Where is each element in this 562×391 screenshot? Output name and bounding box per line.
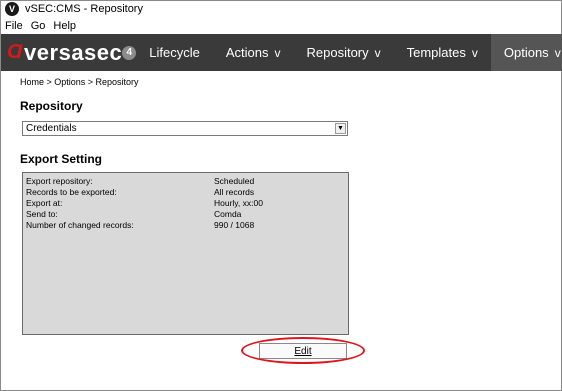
export-setting-heading: Export Setting — [20, 152, 103, 166]
logo-swoosh-icon: Ɑ — [7, 41, 24, 63]
nav-templates[interactable]: Templates v — [394, 34, 491, 71]
export-row-label: Number of changed records: — [26, 220, 134, 230]
export-settings-panel: Export repository: Scheduled Records to … — [22, 172, 349, 335]
export-row: Send to: Comda — [26, 209, 346, 220]
menu-bar: File Go Help — [1, 18, 561, 34]
menu-go[interactable]: Go — [27, 20, 50, 32]
export-row-value: 990 / 1068 — [214, 220, 255, 230]
notification-badge[interactable]: 4 — [122, 45, 137, 60]
logo-text: versasec — [24, 39, 123, 65]
nav-options[interactable]: Options v — [490, 34, 562, 71]
breadcrumb[interactable]: Home > Options > Repository — [20, 77, 139, 87]
export-row-label: Export at: — [26, 198, 63, 208]
nav-repository-label: Repository — [306, 45, 369, 60]
top-nav: Ɑ versasec 4 Lifecycle Actions v Reposit… — [1, 34, 562, 71]
chevron-down-icon: v — [471, 45, 478, 60]
export-row-label: Export repository: — [26, 176, 93, 186]
export-row-value: All records — [214, 187, 255, 197]
edit-button[interactable]: Edit — [259, 343, 347, 359]
chevron-down-icon: v — [274, 45, 281, 60]
export-row-label: Send to: — [26, 209, 58, 219]
chevron-down-icon[interactable]: ▼ — [335, 123, 346, 134]
export-row: Export at: Hourly, xx:00 — [26, 198, 346, 209]
menu-help[interactable]: Help — [49, 20, 80, 32]
repository-select-value: Credentials — [26, 123, 77, 134]
nav-repository[interactable]: Repository v — [293, 34, 393, 71]
nav-templates-label: Templates — [406, 45, 466, 60]
chevron-down-icon: v — [554, 45, 561, 60]
export-row-label: Records to be exported: — [26, 187, 117, 197]
edit-button-label: Edit — [294, 345, 312, 357]
nav-options-label: Options — [503, 45, 549, 60]
export-row-value: Scheduled — [214, 176, 255, 186]
repository-heading: Repository — [20, 99, 83, 113]
chevron-down-icon: v — [374, 45, 381, 60]
repository-select[interactable]: Credentials ▼ — [22, 121, 348, 136]
window-title: vSEC:CMS - Repository — [25, 3, 143, 15]
export-row: Records to be exported: All records — [26, 187, 346, 198]
badge-wrap: 4 — [122, 34, 137, 71]
export-row-value: Comda — [214, 209, 242, 219]
nav-lifecycle-label: Lifecycle — [149, 45, 200, 60]
menu-file[interactable]: File — [1, 20, 27, 32]
export-row: Number of changed records: 990 / 1068 — [26, 220, 346, 231]
app-logo-icon: V — [5, 2, 19, 16]
nav-lifecycle[interactable]: Lifecycle — [136, 34, 213, 71]
title-bar: V vSEC:CMS - Repository — [1, 1, 561, 17]
versasec-logo[interactable]: Ɑ versasec — [1, 34, 122, 71]
nav-actions[interactable]: Actions v — [213, 34, 294, 71]
export-row: Export repository: Scheduled — [26, 176, 346, 187]
nav-actions-label: Actions — [225, 45, 269, 60]
export-row-value: Hourly, xx:00 — [214, 198, 263, 208]
